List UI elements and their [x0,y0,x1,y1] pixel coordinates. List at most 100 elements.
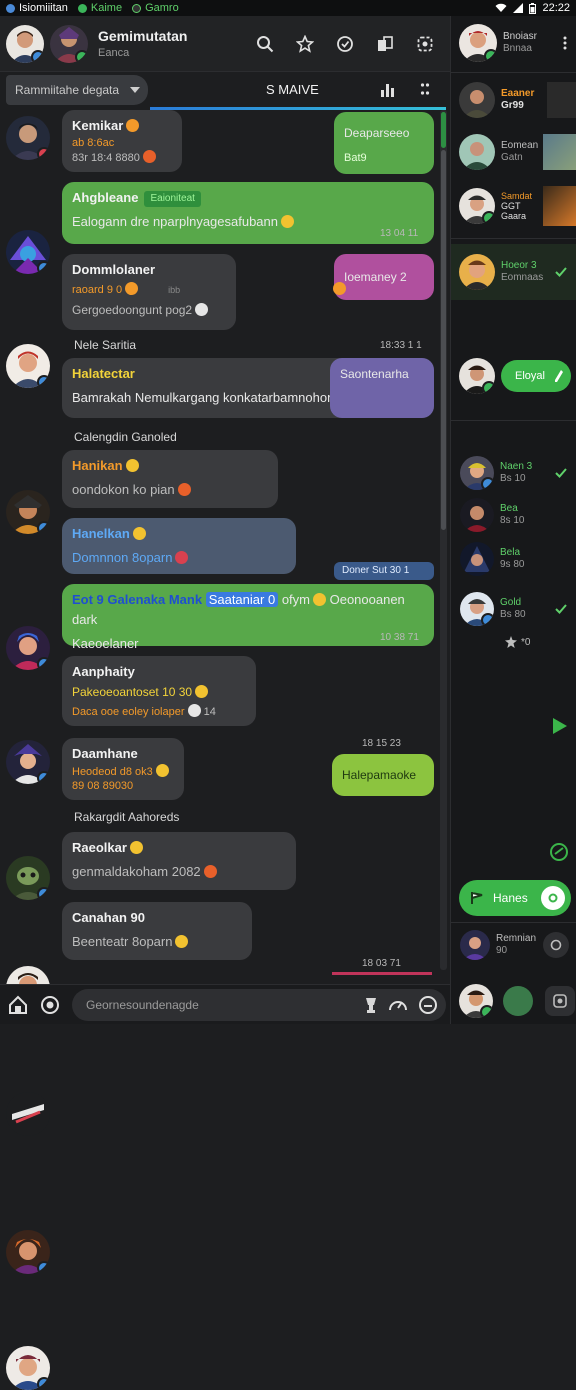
app-icon [132,3,142,13]
panel-profile[interactable]: Bnoiasr Bnnaa [451,24,576,62]
message-bubble[interactable]: Hanikan oondokon ko pian [62,450,278,508]
emoji-icon [142,150,156,163]
star-icon [505,636,517,648]
check-icon [555,267,567,277]
reply-bubble[interactable]: Deaparseeo Bat9 [334,112,434,174]
status-app: Gamro [132,2,179,14]
channel-dropdown[interactable]: Rammiitahe degata [6,75,148,105]
avatar[interactable] [460,592,494,626]
attach-icon[interactable] [40,995,60,1015]
avatar[interactable] [460,456,494,490]
member-item-active[interactable]: Hoeor 3 Eomnaas [451,244,576,300]
message-bubble[interactable]: Canahan 90 Beenteatr 8oparn [62,902,252,960]
avatar[interactable] [6,1092,50,1136]
avatar[interactable] [459,188,495,224]
timestamp: 13 04 11 [380,228,419,239]
more-icon[interactable] [563,36,567,50]
avatar[interactable] [459,134,495,170]
timestamp: 18:33 1 1 [380,340,422,351]
home-icon[interactable] [8,995,28,1015]
reply-bubble[interactable]: Halepamaoke [332,754,434,796]
call-icon[interactable] [543,932,569,958]
member-item[interactable]: Gold Bs 80 [451,592,576,626]
message-bubble[interactable]: Hanelkan Domnnon 8oparn [62,518,296,574]
search-icon[interactable] [254,33,276,55]
message-bubble[interactable]: Ahgbleane Eaioniteat Ealogann dre nparpln… [62,182,434,244]
clock-icon[interactable] [334,33,356,55]
emoji-picker-icon[interactable] [418,995,438,1015]
system-line: Rakargdit Aahoreds [74,810,180,824]
game-icon[interactable] [503,986,533,1016]
gauge-icon[interactable] [388,995,408,1015]
member-item[interactable]: Remnian 90 [451,930,576,960]
battery-icon [529,2,537,14]
avatar[interactable] [6,626,50,670]
settings-icon[interactable] [414,33,436,55]
stats-icon[interactable] [380,82,396,98]
avatar[interactable] [6,116,50,160]
online-badge-icon [484,49,497,62]
member-item[interactable]: Naen 3 Bs 10 [451,456,576,490]
scrollbar-thumb[interactable] [441,150,446,530]
member-item[interactable]: Samdat GGT Gaara [451,186,576,226]
more-icon[interactable] [420,82,430,98]
camera-icon[interactable] [545,986,575,1016]
avatar[interactable] [460,930,490,960]
member-item[interactable]: Eloyal [451,358,576,394]
message-bubble[interactable]: Dommlolaner raoard 9 0 ibb Gergoedoongunt… [62,254,236,330]
star-icon[interactable] [294,33,316,55]
channel-title: S MAIVE [266,82,319,97]
divider [451,420,576,421]
signal-icon [513,3,524,13]
reply-bubble[interactable]: Ioemaney 2 [334,254,434,300]
avatar[interactable] [459,358,495,394]
message-bubble[interactable]: Eot 9 Galenaka Mank Saataniar 0 ofym Oeo… [62,584,434,651]
member-stats: *0 [451,636,576,648]
avatar[interactable] [6,1346,50,1390]
play-icon[interactable] [553,718,567,734]
avatar[interactable] [6,856,50,900]
avatar[interactable] [459,24,497,62]
verified-badge-icon [31,49,44,63]
message-bubble[interactable]: Daamhane Heodeod d8 ok3 89 08 89030 [62,738,184,800]
emoji-icon [155,764,169,777]
verified-badge-icon [37,375,50,388]
reply-bubble[interactable]: Saontenarha [330,358,434,418]
unread-marker [332,972,432,975]
avatar[interactable] [459,984,493,1018]
member-item[interactable]: Eaaner Gr99 [451,82,576,118]
avatar[interactable] [6,1230,50,1274]
avatar[interactable] [6,740,50,784]
divider [451,72,576,73]
app-icon [77,3,87,13]
action-button[interactable]: Hanes [459,880,571,916]
message-bubble[interactable]: Raeolkar genmaldakoham 2082 [62,832,296,890]
online-badge-icon [75,49,88,63]
member-item[interactable]: Bela 9s 80 [451,542,576,576]
online-badge-icon [480,1005,493,1018]
member-item[interactable]: Bea 8s 10 [451,498,576,532]
avatar[interactable] [459,82,495,118]
emoji-icon [126,119,140,132]
avatar[interactable] [459,254,495,290]
user-avatar[interactable] [6,24,44,63]
member-item[interactable]: Eomean Gatn [451,134,576,170]
trophy-icon[interactable] [364,997,378,1013]
flag-icon [471,892,483,904]
message-bubble[interactable]: Kemikar ab 8:6ac 83r 18:4 8880 [62,110,182,172]
group-avatar[interactable] [50,24,88,63]
files-icon[interactable] [374,33,396,55]
avatar[interactable] [460,542,494,576]
avatar[interactable] [6,344,50,388]
join-button[interactable]: Eloyal [501,360,571,392]
message-bubble[interactable]: Aanphaity Pakeoeoantoset 10 30 Daca ooe … [62,656,256,726]
verified-badge-icon [37,887,50,900]
message-list[interactable]: Kemikar ab 8:6ac 83r 18:4 8880 Deaparsee… [0,110,450,1390]
verified-badge-icon [481,613,494,626]
status-app: Isiomiiitan [6,2,68,14]
refresh-icon[interactable] [549,842,569,862]
status-app: Kaime [77,2,122,14]
avatar[interactable] [6,490,50,534]
avatar[interactable] [6,230,50,274]
avatar[interactable] [460,498,494,532]
